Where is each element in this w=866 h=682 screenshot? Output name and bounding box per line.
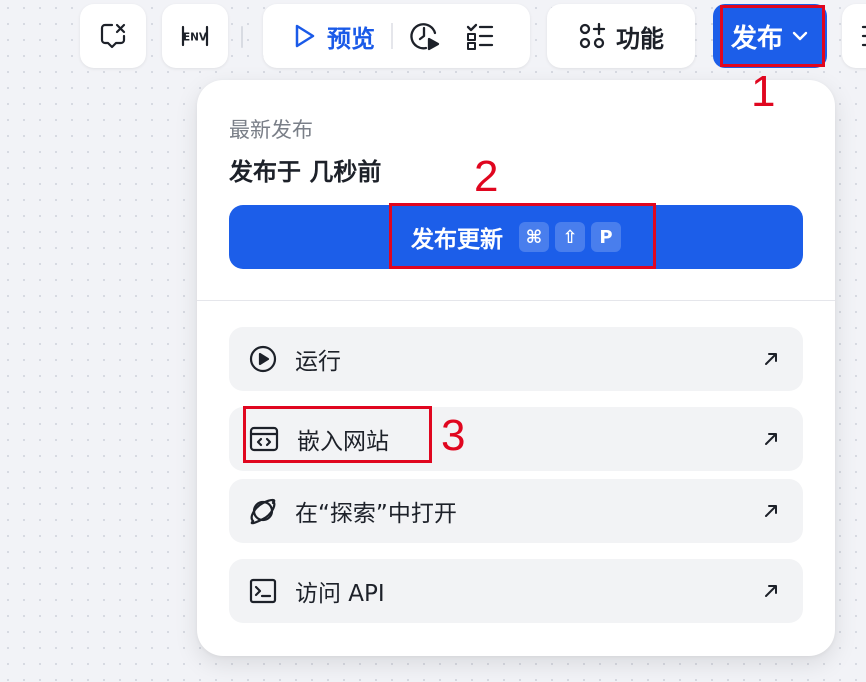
embed-code-icon [249, 425, 279, 453]
more-toolbar-button[interactable] [842, 4, 866, 68]
planet-icon [249, 497, 277, 525]
features-label: 功能 [616, 24, 664, 53]
preview-label: 预览 [327, 24, 375, 53]
arrow-up-right-icon [763, 351, 779, 367]
preview-debug-group: 预览 [263, 4, 530, 68]
menu-item-run-label: 运行 [295, 349, 341, 375]
variable-button[interactable] [80, 4, 146, 68]
publish-button[interactable]: 发布 [713, 4, 827, 68]
menu-item-explore[interactable]: 在“探索”中打开 [229, 479, 803, 543]
shortcut-key-cmd: ⌘ [519, 222, 549, 252]
publish-update-button[interactable]: 发布更新 ⌘ ⇧ P [229, 205, 803, 269]
env-button[interactable]: ENV [162, 4, 228, 68]
arrow-up-right-icon [763, 503, 779, 519]
toolbar-divider [241, 26, 243, 48]
clock-play-icon[interactable] [409, 20, 441, 52]
menu-item-api[interactable]: 访问 API [229, 559, 803, 623]
play-circle-icon [249, 345, 277, 373]
features-button[interactable]: 功能 [547, 4, 695, 68]
preview-button[interactable]: 预览 [291, 19, 375, 54]
features-grid-icon [578, 22, 606, 50]
chevron-down-icon [791, 27, 809, 45]
shortcut-key-shift: ⇧ [555, 222, 585, 252]
env-label: ENV [183, 32, 208, 44]
group-divider [391, 23, 393, 49]
menu-item-run[interactable]: 运行 [229, 327, 803, 391]
published-time: 发布于 几秒前 [229, 158, 382, 186]
menu-item-api-label: 访问 API [295, 581, 385, 607]
play-icon [291, 22, 317, 50]
annotation-marker-2: 2 [474, 152, 499, 201]
publish-label: 发布 [730, 23, 783, 54]
annotation-marker-1: 1 [751, 67, 776, 116]
latest-publish-heading: 最新发布 [229, 118, 313, 142]
menu-divider [197, 300, 835, 301]
env-icon: ENV [179, 21, 211, 51]
checklist-icon[interactable] [465, 21, 495, 51]
chat-variable-icon [98, 21, 128, 51]
menu-item-embed-label: 嵌入网站 [297, 429, 389, 455]
terminal-icon [249, 577, 277, 605]
annotation-marker-3: 3 [441, 411, 466, 460]
arrow-up-right-icon [763, 583, 779, 599]
publish-update-label: 发布更新 [411, 227, 503, 253]
menu-item-explore-label: 在“探索”中打开 [295, 501, 457, 527]
history-icon [860, 21, 866, 51]
shortcut-key-p: P [591, 222, 621, 252]
publish-dropdown: 最新发布 发布于 几秒前 发布更新 ⌘ ⇧ P 运行 嵌入网站 在“探索”中打开… [197, 80, 835, 656]
menu-item-embed[interactable]: 嵌入网站 [229, 407, 803, 471]
arrow-up-right-icon [763, 431, 779, 447]
